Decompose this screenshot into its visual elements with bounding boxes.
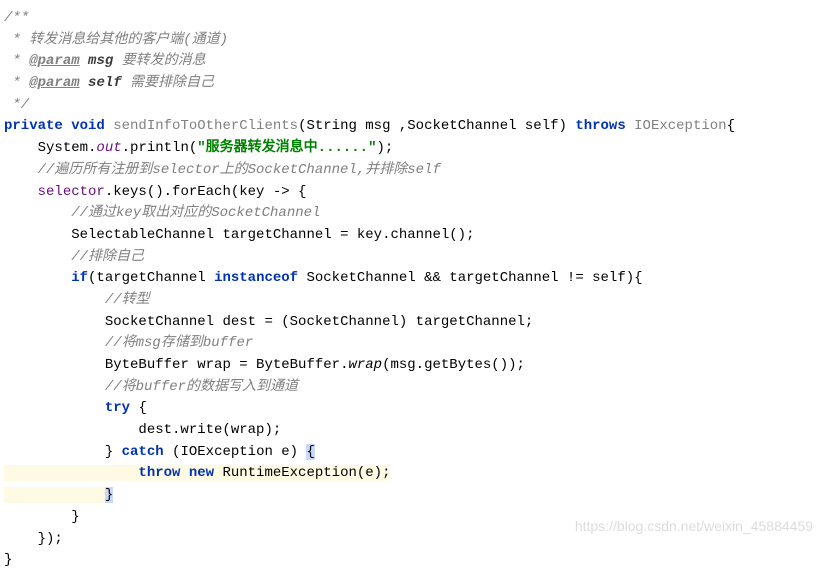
code-line: SocketChannel dest = (SocketChannel) tar… <box>4 314 533 330</box>
comment: //将buffer的数据写入到通道 <box>4 379 298 395</box>
method-signature: private void sendInfoToOtherClients(Stri… <box>4 118 735 134</box>
code-block: /** * 转发消息给其他的客户端(通道) * @param msg 要转发的消… <box>4 8 823 572</box>
code-line: dest.write(wrap); <box>4 422 281 438</box>
highlighted-brace: { <box>306 444 314 460</box>
code-line: } catch (IOException e) { <box>4 444 315 460</box>
comment: * 转发消息给其他的客户端(通道) <box>4 32 228 48</box>
comment: //转型 <box>4 292 150 308</box>
code-line: ByteBuffer wrap = ByteBuffer.wrap(msg.ge… <box>4 357 525 373</box>
code-line: } <box>4 509 80 525</box>
javadoc-param: * @param self 需要排除自己 <box>4 75 214 91</box>
comment: /** <box>4 10 29 26</box>
comment: //通过key取出对应的SocketChannel <box>4 205 320 221</box>
code-line: SelectableChannel targetChannel = key.ch… <box>4 227 474 243</box>
code-line: } <box>4 552 12 568</box>
comment: //排除自己 <box>4 249 144 265</box>
highlighted-brace: } <box>105 487 113 503</box>
code-line: try { <box>4 400 147 416</box>
code-line: selector.keys().forEach(key -> { <box>4 184 306 200</box>
javadoc-param: * @param msg 要转发的消息 <box>4 53 206 69</box>
comment: //将msg存储到buffer <box>4 335 253 351</box>
comment: */ <box>4 97 29 113</box>
highlighted-line: } <box>4 487 113 503</box>
highlighted-line: throw new RuntimeException(e); <box>4 465 390 481</box>
code-line: if(targetChannel instanceof SocketChanne… <box>4 270 643 286</box>
comment: //遍历所有注册到selector上的SocketChannel,并排除self <box>4 162 441 178</box>
code-line: System.out.println("服务器转发消息中......"); <box>4 140 393 156</box>
code-line: }); <box>4 531 63 547</box>
